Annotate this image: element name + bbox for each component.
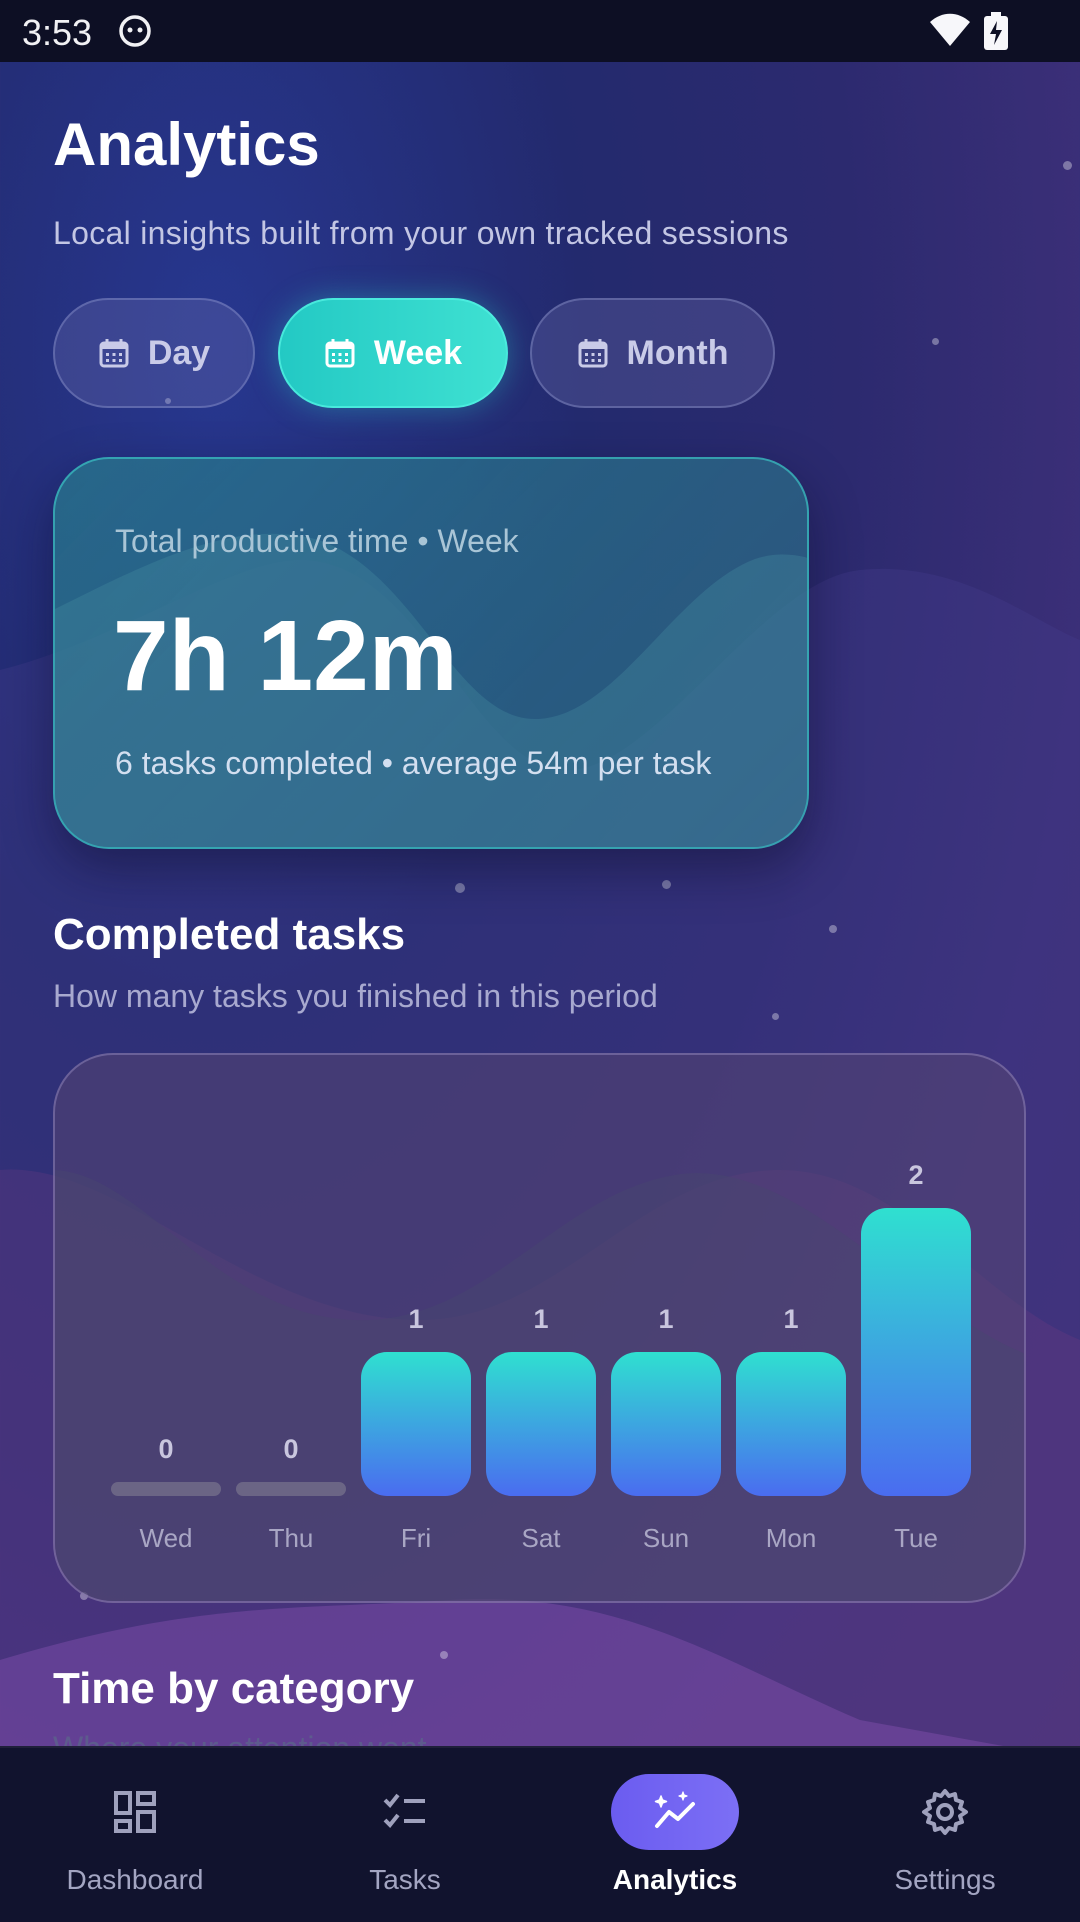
completed-tasks-bar-chart: 0 Wed 0 Thu 1 Fri 1 Sat 1 Sun 1 Mon 2 Tue: [55, 1160, 1024, 1601]
bar-value-label: 1: [533, 1304, 548, 1334]
summary-detail: 6 tasks completed • average 54m per task: [115, 745, 712, 781]
bar-value-label: 1: [658, 1304, 673, 1334]
completed-tasks-subtitle: How many tasks you finished in this peri…: [53, 978, 658, 1014]
bar-mon: [736, 1352, 846, 1496]
status-time: 3:53: [22, 12, 93, 53]
x-tick-label: Wed: [140, 1523, 193, 1553]
nav-item-tasks[interactable]: Tasks: [270, 1748, 540, 1922]
bar-value-label: 1: [783, 1304, 798, 1334]
summary-card: Total productive time • Week 7h 12m 6 ta…: [53, 457, 809, 849]
x-tick-label: Fri: [401, 1523, 431, 1553]
tasks-icon: [383, 1793, 425, 1828]
x-tick-label: Thu: [269, 1523, 314, 1553]
bar-sun: [611, 1352, 721, 1496]
nav-item-analytics[interactable]: Analytics: [540, 1748, 810, 1922]
bar-value-label: 1: [408, 1304, 423, 1334]
summary-value: 7h 12m: [113, 600, 458, 712]
completed-tasks-title: Completed tasks: [53, 910, 406, 959]
app-notification-icon: [119, 15, 151, 47]
bar-value-label: 2: [908, 1160, 923, 1190]
x-tick-label: Mon: [766, 1523, 817, 1553]
battery-charging-icon: [984, 12, 1008, 50]
period-tab-label: Month: [626, 333, 729, 372]
wifi-icon: [930, 13, 970, 46]
bar-tue: [861, 1208, 971, 1496]
dashboard-icon: [114, 1791, 156, 1833]
bottom-navigation: Dashboard Tasks Analytics Settings: [0, 1746, 1080, 1922]
period-tab-label: Day: [147, 333, 211, 372]
period-tab-month[interactable]: Month: [530, 298, 775, 408]
nav-icon-container: [71, 1774, 199, 1850]
bar-thu: [236, 1482, 346, 1496]
bar-sat: [486, 1352, 596, 1496]
x-tick-label: Tue: [894, 1523, 938, 1553]
page-title: Analytics: [53, 111, 320, 178]
page-subtitle: Local insights built from your own track…: [53, 215, 789, 251]
period-tab-week[interactable]: Week: [278, 298, 508, 408]
settings-icon: [922, 1789, 968, 1835]
nav-icon-container: [611, 1774, 739, 1850]
nav-label: Dashboard: [66, 1864, 204, 1895]
time-by-category-title: Time by category: [53, 1664, 415, 1713]
period-tab-label: Week: [373, 333, 463, 372]
calendar-icon: [578, 339, 608, 368]
nav-item-settings[interactable]: Settings: [810, 1748, 1080, 1922]
nav-label: Settings: [894, 1864, 996, 1895]
nav-item-dashboard[interactable]: Dashboard: [0, 1748, 270, 1922]
bar-fri: [361, 1352, 471, 1496]
calendar-icon: [99, 339, 129, 368]
nav-label: Analytics: [612, 1864, 738, 1895]
status-bar: 3:53: [0, 0, 1080, 62]
nav-icon-container: [881, 1774, 1009, 1850]
calendar-icon: [325, 339, 355, 368]
summary-label: Total productive time • Week: [115, 523, 519, 559]
nav-icon-container: [341, 1774, 469, 1850]
analytics-icon: [654, 1791, 695, 1828]
x-tick-label: Sun: [643, 1523, 689, 1553]
nav-label: Tasks: [369, 1864, 441, 1895]
x-tick-label: Sat: [521, 1523, 561, 1553]
period-tab-day[interactable]: Day: [53, 298, 255, 408]
bar-value-label: 0: [283, 1434, 298, 1464]
bar-wed: [111, 1482, 221, 1496]
completed-tasks-chart-card: 0 Wed 0 Thu 1 Fri 1 Sat 1 Sun 1 Mon 2 Tue: [53, 1053, 1026, 1603]
bar-value-label: 0: [158, 1434, 173, 1464]
